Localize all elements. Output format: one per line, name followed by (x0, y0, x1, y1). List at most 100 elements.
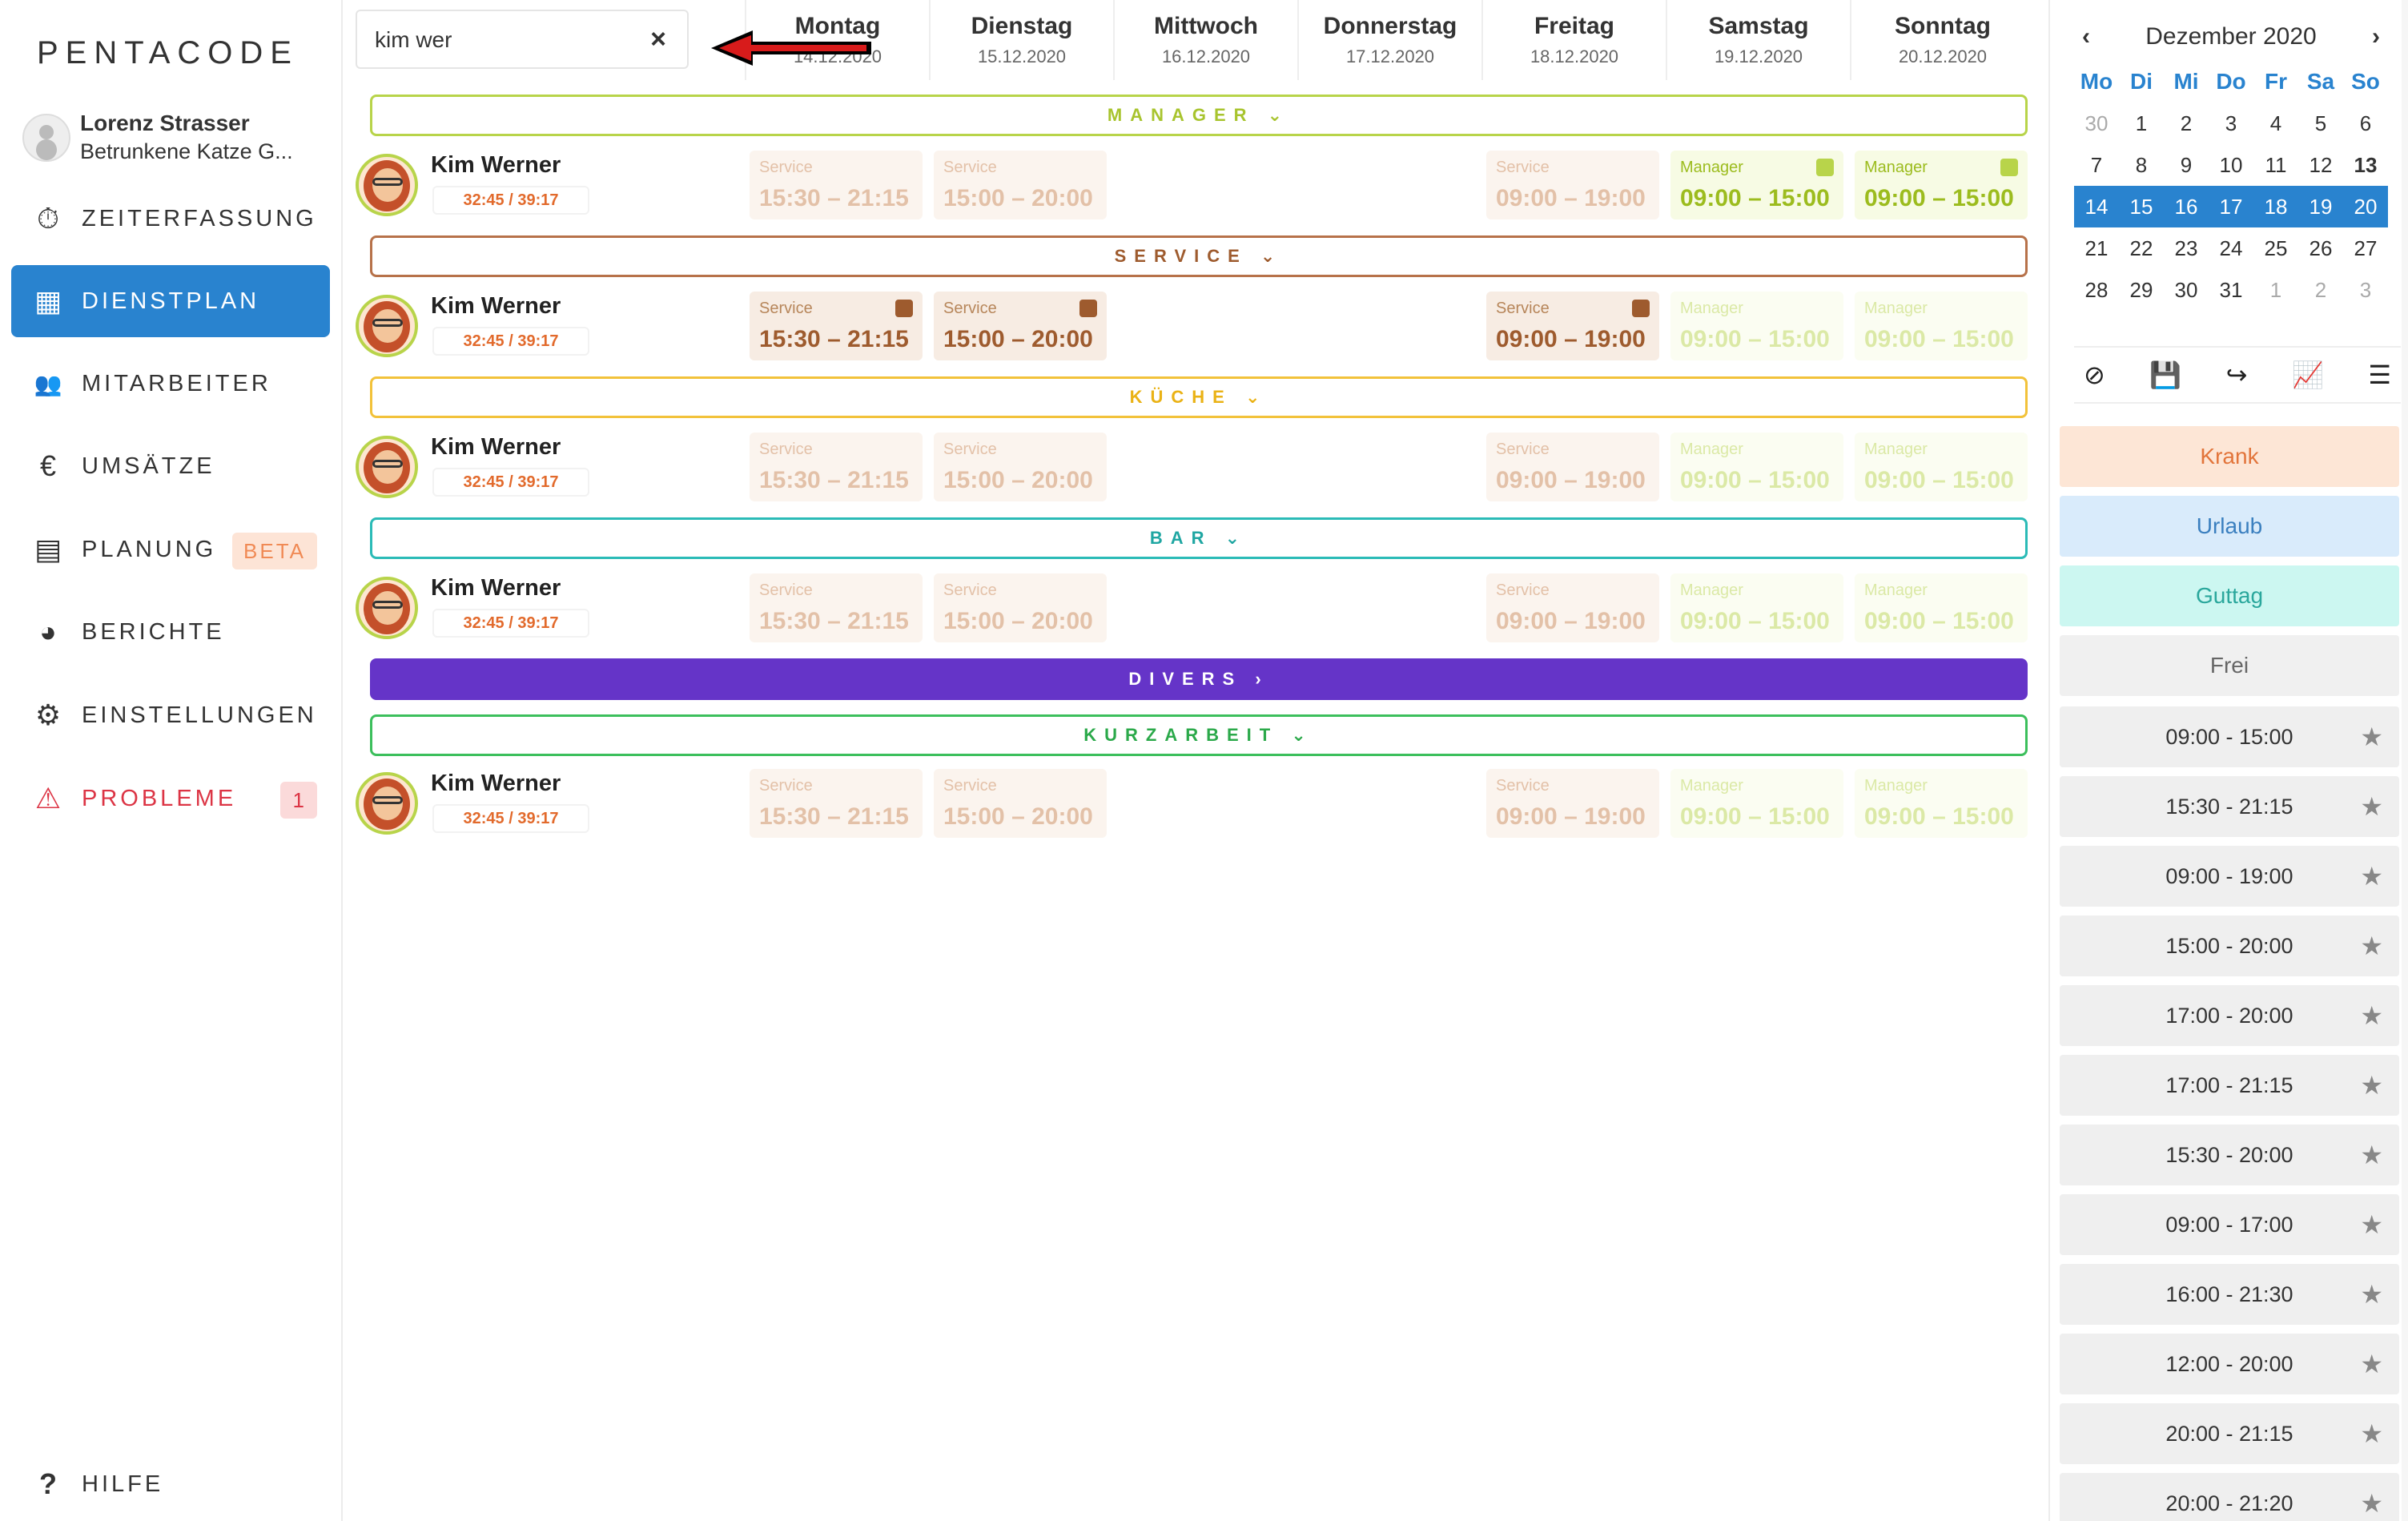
shift-card[interactable]: Manager 09:00 – 15:00 (1855, 769, 2028, 838)
nav-item-mitarbeiter[interactable]: 👥 MITARBEITER (11, 348, 330, 420)
employee-row-manager[interactable]: Kim Werner 32:45 / 39:17 (356, 149, 724, 221)
shift-card[interactable]: Manager 09:00 – 15:00 (1855, 433, 2028, 501)
calendar-day[interactable]: 20 (2343, 186, 2388, 227)
calendar-day[interactable]: 13 (2343, 144, 2388, 186)
group-header-divers[interactable]: DIVERS › (370, 658, 2028, 700)
user-profile[interactable]: Lorenz Strasser Betrunkene Katze G... (22, 111, 335, 165)
calendar-day[interactable]: 22 (2119, 227, 2164, 269)
shift-card[interactable]: Service 09:00 – 19:00 (1486, 573, 1659, 642)
calendar-day[interactable]: 23 (2164, 227, 2209, 269)
nav-item-planung[interactable]: ▤ PLANUNG BETA (11, 513, 330, 585)
shift-template[interactable]: 17:00 - 20:00 ★ (2060, 985, 2399, 1046)
calendar-day[interactable]: 10 (2209, 144, 2253, 186)
calendar-day[interactable]: 25 (2253, 227, 2298, 269)
absence-button-urlaub[interactable]: Urlaub (2060, 496, 2399, 557)
shift-card[interactable]: Service 09:00 – 19:00 (1486, 151, 1659, 219)
calendar-day[interactable]: 24 (2209, 227, 2253, 269)
calendar-day[interactable]: 5 (2298, 103, 2343, 144)
shift-card[interactable]: Service 15:30 – 21:15 (750, 292, 923, 360)
shift-card[interactable]: Manager 09:00 – 15:00 (1855, 292, 2028, 360)
star-icon[interactable]: ★ (2360, 846, 2383, 907)
calendar-day[interactable]: 6 (2343, 103, 2388, 144)
calendar-day[interactable]: 29 (2119, 269, 2164, 311)
shift-card[interactable]: Service 15:30 – 21:15 (750, 433, 923, 501)
calendar-day[interactable]: 7 (2074, 144, 2119, 186)
calendar-day[interactable]: 28 (2074, 269, 2119, 311)
absence-button-krank[interactable]: Krank (2060, 426, 2399, 487)
group-header-manager[interactable]: MANAGER ⌄ (370, 95, 2028, 136)
shift-template[interactable]: 15:30 - 21:15 ★ (2060, 776, 2399, 837)
shift-card[interactable]: Service 15:30 – 21:15 (750, 573, 923, 642)
clear-search-icon[interactable]: × (650, 24, 666, 55)
calendar-day[interactable]: 11 (2253, 144, 2298, 186)
calendar-day[interactable]: 15 (2119, 186, 2164, 227)
shift-card[interactable]: Service 09:00 – 19:00 (1486, 433, 1659, 501)
calendar-day[interactable]: 18 (2253, 186, 2298, 227)
star-icon[interactable]: ★ (2360, 776, 2383, 837)
shift-template[interactable]: 20:00 - 21:15 ★ (2060, 1403, 2399, 1464)
group-header-service[interactable]: SERVICE ⌄ (370, 235, 2028, 277)
star-icon[interactable]: ★ (2360, 1194, 2383, 1255)
shift-card[interactable]: Service 15:00 – 20:00 (934, 769, 1107, 838)
shift-card[interactable]: Manager 09:00 – 15:00 (1670, 292, 1843, 360)
calendar-day[interactable]: 9 (2164, 144, 2209, 186)
calendar-day[interactable]: 26 (2298, 227, 2343, 269)
nav-item-dienstplan[interactable]: ▦ DIENSTPLAN (11, 265, 330, 337)
shift-card[interactable]: Manager 09:00 – 15:00 (1670, 769, 1843, 838)
absence-button-frei[interactable]: Frei (2060, 635, 2399, 696)
nav-item-berichte[interactable]: ◕ BERICHTE (11, 596, 330, 668)
group-header-kurzarbeit[interactable]: KURZARBEIT ⌄ (370, 714, 2028, 756)
star-icon[interactable]: ★ (2360, 985, 2383, 1046)
shift-card[interactable]: Service 15:00 – 20:00 (934, 433, 1107, 501)
save-icon[interactable]: 💾 (2149, 360, 2181, 390)
star-icon[interactable]: ★ (2360, 1055, 2383, 1116)
employee-row-service[interactable]: Kim Werner 32:45 / 39:17 (356, 290, 724, 362)
calendar-day[interactable]: 3 (2343, 269, 2388, 311)
share-icon[interactable]: ↪ (2226, 360, 2248, 390)
star-icon[interactable]: ★ (2360, 1473, 2383, 1521)
shift-card[interactable]: Service 09:00 – 19:00 (1486, 769, 1659, 838)
chart-icon[interactable]: 📈 (2292, 360, 2324, 390)
group-header-bar[interactable]: BAR ⌄ (370, 517, 2028, 559)
nav-item-probleme[interactable]: ⚠ PROBLEME 1 (11, 763, 330, 835)
employee-row-bar[interactable]: Kim Werner 32:45 / 39:17 (356, 572, 724, 644)
calendar-day[interactable]: 17 (2209, 186, 2253, 227)
shift-template[interactable]: 20:00 - 21:20 ★ (2060, 1473, 2399, 1521)
shift-template[interactable]: 09:00 - 17:00 ★ (2060, 1194, 2399, 1255)
prev-month-icon[interactable]: ‹ (2082, 23, 2090, 50)
scrollbar[interactable] (2402, 0, 2408, 1521)
list-icon[interactable]: ☰ (2368, 360, 2391, 390)
shift-template[interactable]: 15:00 - 20:00 ★ (2060, 915, 2399, 976)
app-logo[interactable]: PENTACODE (37, 35, 299, 71)
calendar-day[interactable]: 1 (2119, 103, 2164, 144)
shift-card[interactable]: Service 15:30 – 21:15 (750, 769, 923, 838)
calendar-day[interactable]: 19 (2298, 186, 2343, 227)
shift-card[interactable]: Service 15:30 – 21:15 (750, 151, 923, 219)
shift-card[interactable]: Manager 09:00 – 15:00 (1855, 151, 2028, 219)
calendar-day[interactable]: 12 (2298, 144, 2343, 186)
shift-card[interactable]: Manager 09:00 – 15:00 (1855, 573, 2028, 642)
calendar-day[interactable]: 14 (2074, 186, 2119, 227)
block-icon[interactable]: ⊘ (2084, 360, 2105, 390)
employee-row-kueche[interactable]: Kim Werner 32:45 / 39:17 (356, 431, 724, 503)
shift-card[interactable]: Service 15:00 – 20:00 (934, 292, 1107, 360)
nav-item-hilfe[interactable]: ? HILFE (11, 1448, 330, 1520)
shift-card[interactable]: Service 09:00 – 19:00 (1486, 292, 1659, 360)
star-icon[interactable]: ★ (2360, 1125, 2383, 1185)
shift-card[interactable]: Service 15:00 – 20:00 (934, 573, 1107, 642)
calendar-day[interactable]: 27 (2343, 227, 2388, 269)
next-month-icon[interactable]: › (2372, 23, 2380, 50)
star-icon[interactable]: ★ (2360, 1264, 2383, 1325)
calendar-day[interactable]: 30 (2164, 269, 2209, 311)
nav-item-zeiterfassung[interactable]: ⏱ ZEITERFASSUNG (11, 183, 330, 255)
shift-template[interactable]: 09:00 - 15:00 ★ (2060, 706, 2399, 767)
shift-card[interactable]: Service 15:00 – 20:00 (934, 151, 1107, 219)
shift-template[interactable]: 12:00 - 20:00 ★ (2060, 1334, 2399, 1394)
star-icon[interactable]: ★ (2360, 1403, 2383, 1464)
star-icon[interactable]: ★ (2360, 915, 2383, 976)
calendar-day[interactable]: 8 (2119, 144, 2164, 186)
shift-template[interactable]: 16:00 - 21:30 ★ (2060, 1264, 2399, 1325)
star-icon[interactable]: ★ (2360, 1334, 2383, 1394)
calendar-day[interactable]: 2 (2164, 103, 2209, 144)
calendar-day[interactable]: 1 (2253, 269, 2298, 311)
